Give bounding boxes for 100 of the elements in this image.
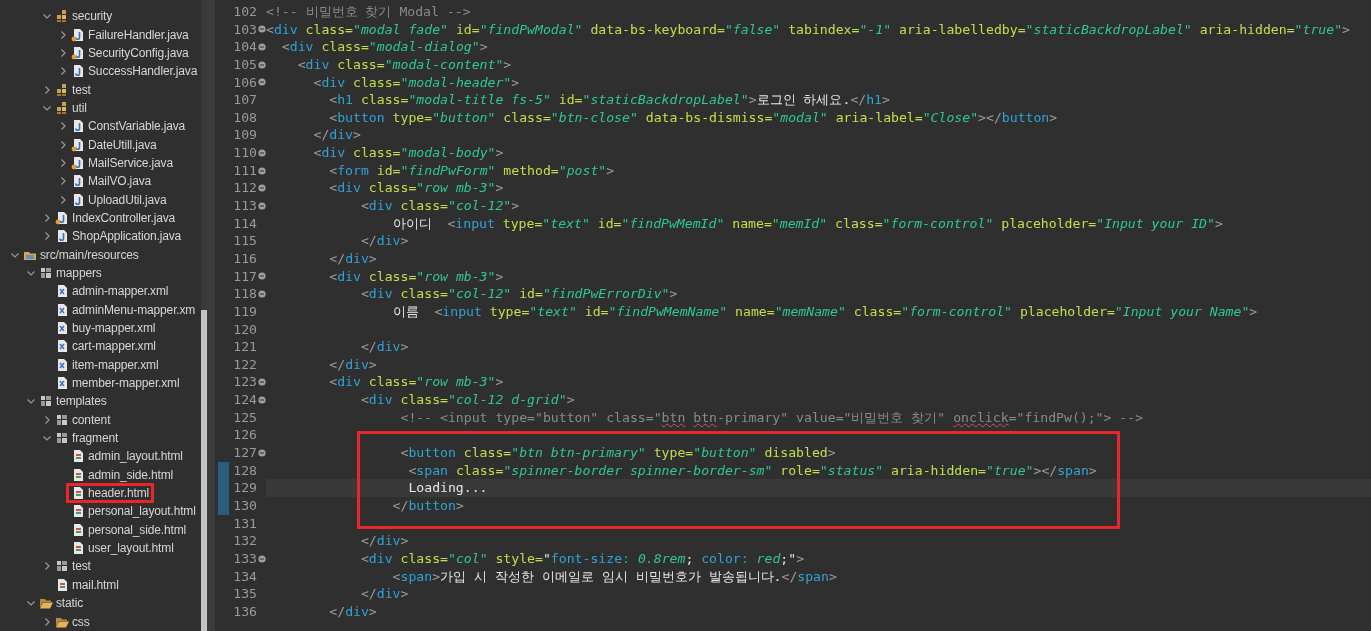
code-line: <span>가입 시 작성한 이메일로 임시 비밀번호가 발송됩니다.</span> (391, 567, 838, 586)
tree-item[interactable]: content (72, 412, 111, 427)
line-number: 109 (232, 126, 258, 145)
tree-item[interactable]: ShopApplication.java (72, 229, 182, 244)
line-number: 126 (232, 426, 258, 444)
tree-item[interactable]: DateUtill.java (88, 137, 157, 152)
chevron-right-icon[interactable] (58, 121, 68, 132)
fold-icon[interactable] (258, 60, 266, 69)
code-line: <div class="row mb-3"> (328, 179, 505, 198)
package-icon (55, 100, 69, 115)
tree-item[interactable]: header.html (88, 486, 150, 501)
code-line: <div class="row mb-3"> (328, 373, 505, 392)
line-number: 132 (232, 532, 258, 550)
java-file-icon (71, 119, 85, 134)
chevron-right-icon[interactable] (58, 176, 68, 187)
chevron-right-icon[interactable] (58, 139, 68, 150)
tree-item[interactable]: personal_side.html (88, 522, 187, 537)
code-line: <div class="col" style="font-size: 0.8rem; color: red;"> (359, 549, 806, 568)
tree-item[interactable]: templates (56, 394, 107, 409)
line-number: 124 (232, 391, 258, 409)
code-line: <!-- <input type="button" class="btn btn-primary" value="비밀번호 찾기" onclick="findPw();"> --> (399, 408, 1145, 427)
tree-item[interactable]: cart-mapper.xml (72, 339, 156, 354)
code-line: <!-- 비밀번호 찾기 Modal --> (266, 3, 472, 21)
tree-item[interactable]: SecurityConfig.java (88, 45, 189, 60)
xml-file-icon (55, 357, 69, 372)
fold-icon[interactable] (258, 272, 266, 281)
code-line: </div> (359, 338, 410, 356)
chevron-right-icon[interactable] (42, 84, 52, 95)
tree-item[interactable]: admin_layout.html (88, 449, 183, 464)
chevron-right-icon[interactable] (42, 414, 52, 425)
tree-item[interactable]: FailureHandler.java (88, 27, 189, 42)
tree-item[interactable]: adminMenu-mapper.xm (72, 302, 196, 317)
tree-item[interactable]: ConstVariable.java (88, 119, 186, 134)
tree-item[interactable]: mappers (56, 266, 102, 280)
tree-item[interactable]: IndexController.java (72, 210, 176, 225)
chevron-right-icon[interactable] (58, 194, 68, 205)
chevron-right-icon[interactable] (42, 231, 52, 242)
tree-item[interactable]: css (72, 614, 90, 629)
code-line: <div class="modal-dialog"> (280, 38, 489, 56)
code-line: </div> (359, 585, 410, 603)
chevron-right-icon[interactable] (42, 561, 52, 572)
tree-item[interactable]: security (72, 9, 113, 24)
chevron-right-icon[interactable] (42, 616, 52, 627)
fold-icon[interactable] (258, 554, 266, 563)
line-number: 113 (232, 197, 258, 215)
chevron-down-icon[interactable] (26, 268, 36, 278)
tree-item[interactable]: buy-mapper.xml (72, 321, 156, 335)
tree-item[interactable]: mail.html (72, 577, 119, 592)
tree-item[interactable]: item-mapper.xml (72, 357, 159, 372)
tree-item[interactable]: admin_side.html (88, 467, 174, 482)
code-line: </div> (312, 126, 362, 145)
fold-icon[interactable] (258, 25, 266, 34)
tree-item[interactable]: test (72, 559, 91, 574)
tree-item[interactable]: personal_layout.html (88, 504, 196, 519)
tree-item[interactable]: MailVO.java (88, 174, 152, 189)
chevron-right-icon[interactable] (58, 47, 68, 58)
fold-icon[interactable] (258, 395, 266, 404)
fold-icon[interactable] (258, 184, 266, 193)
tree-item[interactable]: user_layout.html (88, 541, 174, 556)
tree-item[interactable]: MailService.java (88, 155, 173, 170)
tree-item[interactable]: static (56, 596, 84, 611)
scrollbar-thumb[interactable] (201, 310, 207, 631)
code-line: <div class="modal-body"> (312, 144, 505, 162)
line-number: 114 (232, 214, 258, 233)
java-file-icon (71, 155, 85, 170)
fold-icon[interactable] (258, 148, 266, 157)
fold-icon[interactable] (258, 378, 266, 387)
fold-icon[interactable] (258, 166, 266, 175)
tree-item[interactable]: fragment (72, 431, 119, 446)
line-number: 103 (232, 20, 258, 39)
chevron-right-icon[interactable] (58, 66, 68, 77)
tree-item[interactable]: util (72, 100, 87, 115)
package-icon (55, 9, 69, 24)
folder-icon (55, 412, 69, 427)
code-line: <h1 class="modal-title fs-5" id="staticBackdropLabel">로그인 하세요.</h1> (328, 91, 891, 109)
code-line: </div> (359, 532, 410, 550)
fold-icon[interactable] (258, 78, 266, 87)
tree-item[interactable]: src/main/resources (40, 247, 139, 262)
code-line: </div> (328, 249, 378, 268)
html-file-icon (71, 467, 85, 482)
line-number: 129 (232, 479, 258, 497)
tree-item[interactable]: test (72, 82, 91, 97)
html-file-icon (71, 541, 85, 556)
fold-icon[interactable] (258, 201, 266, 210)
line-number: 104 (232, 38, 258, 56)
fold-icon[interactable] (258, 448, 266, 457)
folder-icon (39, 394, 53, 409)
fold-icon[interactable] (258, 290, 266, 299)
chevron-right-icon[interactable] (42, 212, 52, 223)
tree-item[interactable]: SuccessHandler.java (88, 64, 198, 79)
tree-item[interactable]: UploadUtil.java (88, 192, 167, 207)
chevron-right-icon[interactable] (58, 29, 68, 40)
line-number: 112 (232, 179, 258, 198)
tree-item[interactable]: member-mapper.xml (72, 376, 180, 391)
code-line: <div class="col-12"> (359, 197, 521, 215)
code-line: 이름 <input type="text" id="findPwMemName" name="memName" class="form-control" placeholder="Input your Name"> (391, 302, 1259, 321)
chevron-right-icon[interactable] (58, 157, 68, 168)
fold-icon[interactable] (258, 43, 266, 52)
code-line: <div class="row mb-3"> (328, 267, 505, 286)
tree-item[interactable]: admin-mapper.xml (72, 284, 169, 299)
